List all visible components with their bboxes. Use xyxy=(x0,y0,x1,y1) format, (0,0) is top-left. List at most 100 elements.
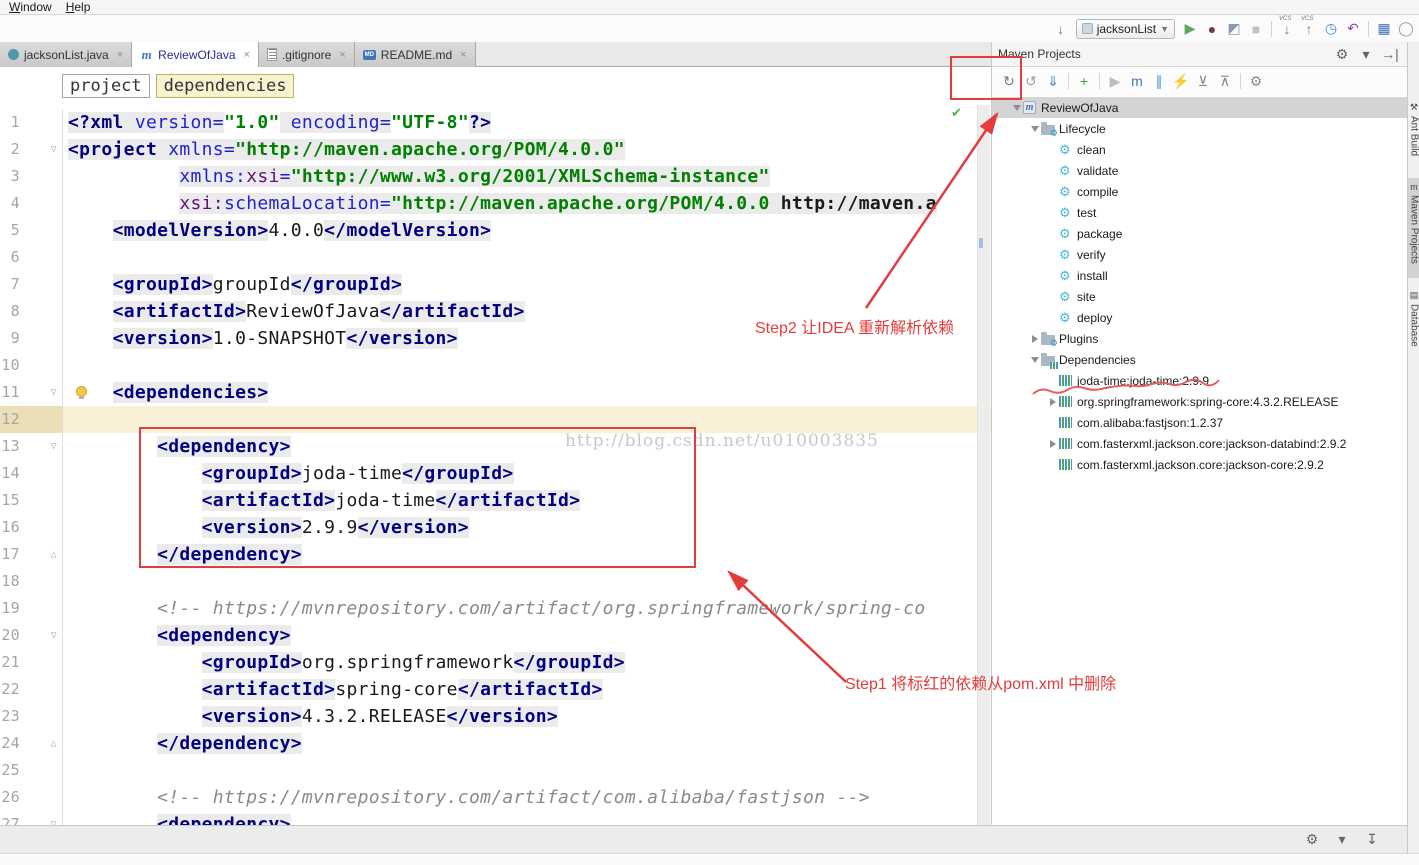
panel-settings-gear-icon[interactable]: ⚙ xyxy=(1331,44,1353,64)
maven-tree-item-dependencies[interactable]: Dependencies xyxy=(992,349,1407,370)
stop-icon[interactable]: ■ xyxy=(1245,19,1267,39)
code-text[interactable]: <!-- https://mvnrepository.com/artifact/… xyxy=(63,595,991,622)
tree-expand-arrow-icon[interactable] xyxy=(1028,126,1041,132)
code-text[interactable] xyxy=(63,244,991,271)
code-text[interactable]: </dependency> xyxy=(63,730,991,757)
tree-expand-arrow-icon[interactable] xyxy=(1046,440,1059,448)
maven-tree-item-com-fasterxml-jackson-core-jackson-databind-2-9-2[interactable]: com.fasterxml.jackson.core:jackson-datab… xyxy=(992,433,1407,454)
vcs-update-icon[interactable]: ↓VCS xyxy=(1276,19,1298,39)
maven-tree-item-deploy[interactable]: ⚙deploy xyxy=(992,307,1407,328)
code-text[interactable]: <modelVersion>4.0.0</modelVersion> xyxy=(63,217,991,244)
maven-tree-item-joda-time-joda-time-2-9-9[interactable]: joda-time:joda-time:2.9.9 xyxy=(992,370,1407,391)
fold-marker-icon[interactable]: ▽ xyxy=(20,433,62,460)
code-text[interactable]: xmlns:xsi="http://www.w3.org/2001/XMLSch… xyxy=(63,163,991,190)
code-text[interactable]: <project xmlns="http://maven.apache.org/… xyxy=(63,136,991,163)
vcs-commit-icon[interactable]: ↑VCS xyxy=(1298,19,1320,39)
fold-marker-icon[interactable]: △ xyxy=(20,730,62,757)
maven-tree-item-lifecycle[interactable]: Lifecycle xyxy=(992,118,1407,139)
code-text[interactable]: <?xml version="1.0" encoding="UTF-8"?> xyxy=(63,109,991,136)
run-build-icon[interactable]: ▶ xyxy=(1104,71,1126,91)
tree-expand-arrow-icon[interactable] xyxy=(1046,398,1059,406)
search-partial-icon[interactable]: ◯ xyxy=(1395,19,1417,39)
offline-mode-icon[interactable]: ⚡ xyxy=(1170,71,1192,91)
local-history-icon[interactable]: ◷ xyxy=(1320,19,1342,39)
chevron-down-icon[interactable]: ▾ xyxy=(1355,44,1377,64)
code-text[interactable]: <!-- https://mvnrepository.com/artifact/… xyxy=(63,784,991,811)
maven-tree-item-clean[interactable]: ⚙clean xyxy=(992,139,1407,160)
intention-bulb-icon[interactable] xyxy=(76,386,87,397)
tab-jacksonlist-java[interactable]: jacksonList.java× xyxy=(0,42,132,67)
run-maven-goal-icon[interactable]: m xyxy=(1126,71,1148,91)
close-icon[interactable]: × xyxy=(339,49,345,61)
editor-scrollbar[interactable] xyxy=(977,105,990,825)
undo-icon[interactable]: ↶ xyxy=(1342,19,1364,39)
line-number: 20 xyxy=(0,622,20,649)
coverage-icon[interactable]: ◩ xyxy=(1223,19,1245,39)
tool-window-tab-ant-build[interactable]: ⚒Ant Build xyxy=(1408,98,1419,168)
code-text[interactable] xyxy=(63,757,991,784)
tab-reviewofjava[interactable]: mReviewOfJava× xyxy=(132,42,259,68)
code-text[interactable]: <groupId>groupId</groupId> xyxy=(63,271,991,298)
tree-expand-arrow-icon[interactable] xyxy=(1010,105,1023,111)
maven-tree-item-validate[interactable]: ⚙validate xyxy=(992,160,1407,181)
tab--gitignore[interactable]: .gitignore× xyxy=(259,42,355,67)
fold-marker-icon[interactable]: ▽ xyxy=(20,811,62,825)
skip-tests-icon[interactable]: ∥ xyxy=(1148,71,1170,91)
data-grid-icon[interactable]: ▦ xyxy=(1373,19,1395,39)
code-text[interactable]: <dependency> xyxy=(63,811,991,825)
maven-tree-item-com-alibaba-fastjson-1-2-37[interactable]: com.alibaba:fastjson:1.2.37 xyxy=(992,412,1407,433)
run-configuration-select[interactable]: jacksonList▼ xyxy=(1076,19,1175,39)
expand-all-icon[interactable]: ⊻ xyxy=(1192,71,1214,91)
maven-settings-icon[interactable]: ⚙ xyxy=(1245,71,1267,91)
code-text[interactable] xyxy=(63,352,991,379)
tool-window-tab-maven-projects[interactable]: mMaven Projects xyxy=(1408,178,1419,278)
close-icon[interactable]: × xyxy=(244,49,250,61)
maven-tree-item-verify[interactable]: ⚙verify xyxy=(992,244,1407,265)
maven-tree-item-reviewofjava[interactable]: mReviewOfJava xyxy=(992,97,1407,118)
code-text[interactable]: <dependency> xyxy=(63,622,991,649)
sort-lines-icon[interactable]: ↓ xyxy=(1050,19,1072,39)
collapse-all-icon[interactable]: ⊼ xyxy=(1214,71,1236,91)
tab-readme-md[interactable]: MDREADME.md× xyxy=(355,42,476,67)
maven-tree-item-plugins[interactable]: Plugins xyxy=(992,328,1407,349)
code-text[interactable]: <version>4.3.2.RELEASE</version> xyxy=(63,703,991,730)
update-folders-icon[interactable]: ↺ xyxy=(1020,71,1042,91)
chevron-down-icon[interactable]: ▾ xyxy=(1331,830,1353,850)
close-icon[interactable]: × xyxy=(117,49,123,61)
fold-marker-icon[interactable]: △ xyxy=(20,541,62,568)
tool-window-tab-label: Database xyxy=(1409,304,1419,347)
menu-item-help[interactable]: Help xyxy=(61,0,100,14)
tree-expand-arrow-icon[interactable] xyxy=(1028,357,1041,363)
close-icon[interactable]: × xyxy=(460,49,466,61)
maven-tree-item-test[interactable]: ⚙test xyxy=(992,202,1407,223)
breadcrumb-item-project[interactable]: project xyxy=(62,74,150,98)
menu-item-window[interactable]: Window xyxy=(4,0,61,14)
tree-expand-arrow-icon[interactable] xyxy=(1028,335,1041,343)
tool-window-tab-database[interactable]: ▤Database xyxy=(1408,286,1419,360)
hide-panel-icon[interactable]: →| xyxy=(1379,44,1401,64)
fold-marker-icon[interactable]: ▽ xyxy=(20,136,62,163)
gutter: 15 xyxy=(0,487,63,514)
fold-marker-icon[interactable]: ▽ xyxy=(20,379,62,406)
run-icon[interactable]: ▶ xyxy=(1179,19,1201,39)
maven-header-icons: ⚙▾→| xyxy=(1331,44,1401,64)
maven-tree-item-org-springframework-spring-core-4-3-2-release[interactable]: org.springframework:spring-core:4.3.2.RE… xyxy=(992,391,1407,412)
maven-tree-item-package[interactable]: ⚙package xyxy=(992,223,1407,244)
breadcrumb-item-dependencies[interactable]: dependencies xyxy=(156,74,295,98)
line-number: 27 xyxy=(0,811,20,825)
inspection-ok-icon[interactable]: ✔ xyxy=(951,105,962,121)
debug-icon[interactable]: ● xyxy=(1201,19,1223,39)
dock-pin-icon[interactable]: ↧ xyxy=(1361,830,1383,850)
settings-gear-icon[interactable]: ⚙ xyxy=(1301,830,1323,850)
code-text[interactable] xyxy=(63,568,991,595)
maven-tree-item-install[interactable]: ⚙install xyxy=(992,265,1407,286)
add-maven-project-icon[interactable]: + xyxy=(1073,71,1095,91)
maven-tree-item-compile[interactable]: ⚙compile xyxy=(992,181,1407,202)
bottom-bar-icons: ⚙ ▾ ↧ xyxy=(1301,830,1383,850)
download-sources-icon[interactable]: ⇓ xyxy=(1042,71,1064,91)
code-text[interactable]: <dependencies> xyxy=(63,379,991,406)
maven-tree-item-site[interactable]: ⚙site xyxy=(992,286,1407,307)
code-text[interactable]: xsi:schemaLocation="http://maven.apache.… xyxy=(63,190,991,217)
fold-marker-icon[interactable]: ▽ xyxy=(20,622,62,649)
maven-tree-item-com-fasterxml-jackson-core-jackson-core-2-9-2[interactable]: com.fasterxml.jackson.core:jackson-core:… xyxy=(992,454,1407,475)
